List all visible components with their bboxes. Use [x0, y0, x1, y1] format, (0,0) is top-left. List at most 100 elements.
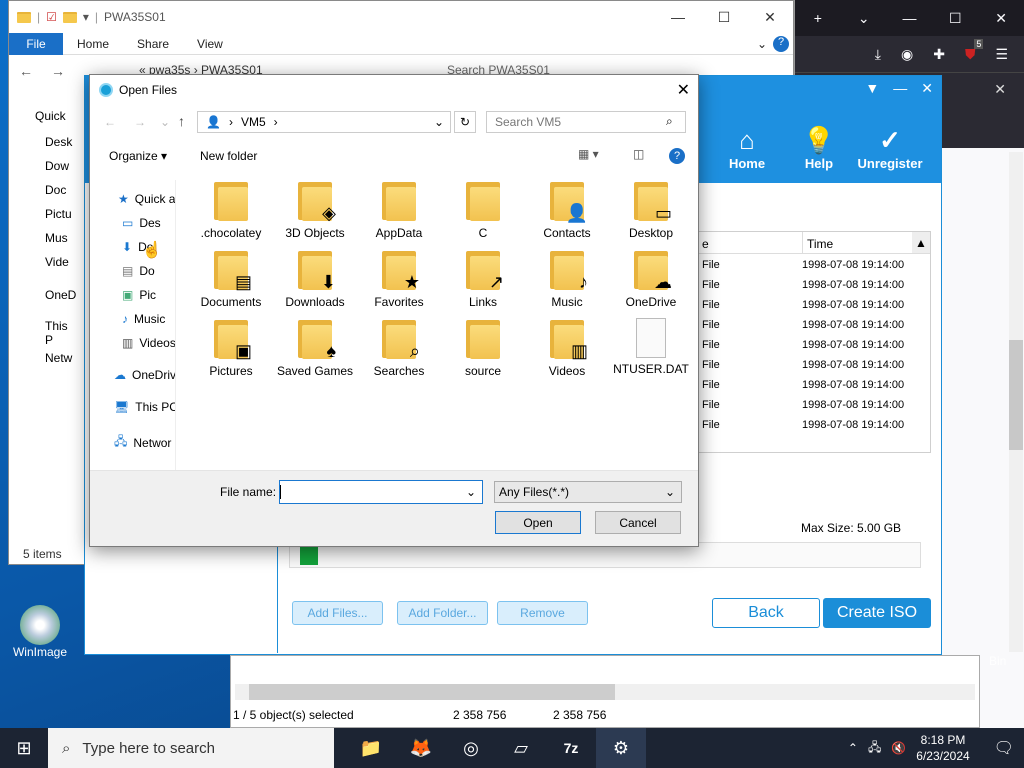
- help-nav-button[interactable]: 💡 Help: [784, 124, 854, 171]
- close-icon[interactable]: ✕: [978, 10, 1024, 27]
- list-item[interactable]: C: [441, 180, 525, 240]
- col-time[interactable]: Time: [802, 232, 912, 253]
- list-item[interactable]: ☁ OneDrive: [609, 249, 693, 309]
- list-item[interactable]: source: [441, 318, 525, 378]
- list-item[interactable]: ⬇ Downloads: [273, 249, 357, 309]
- ribbon-tab-share[interactable]: Share: [123, 37, 183, 51]
- filename-input[interactable]: ⌄: [279, 480, 483, 504]
- close-icon[interactable]: ✕: [921, 80, 933, 97]
- table-row[interactable]: File 1998-07-08 19:14:00: [698, 315, 930, 335]
- minimize-icon[interactable]: —: [893, 80, 907, 97]
- chevron-down-icon[interactable]: ⌄: [841, 10, 887, 27]
- network-icon[interactable]: 🖧: [868, 738, 881, 759]
- table-row[interactable]: File 1998-07-08 19:14:00: [698, 335, 930, 355]
- chevron-down-icon[interactable]: ⌄: [434, 115, 444, 129]
- create-iso-button[interactable]: Create ISO: [823, 598, 931, 628]
- sidebar-item-quick-access[interactable]: ★ Quick a: [118, 192, 175, 206]
- back-arrow-icon[interactable]: ←: [19, 63, 33, 79]
- chrome-icon[interactable]: ◎: [446, 728, 496, 768]
- add-folder-button[interactable]: Add Folder...: [397, 601, 488, 625]
- list-item[interactable]: ★ Favorites: [357, 249, 441, 309]
- list-item[interactable]: ▭ Desktop: [609, 180, 693, 240]
- chevron-up-icon[interactable]: ⌃: [848, 741, 858, 755]
- chevron-down-icon[interactable]: ⌄: [743, 37, 773, 51]
- nav-documents[interactable]: Doc: [45, 183, 66, 197]
- forward-arrow-icon[interactable]: →: [51, 63, 65, 79]
- windows-start-icon[interactable]: ⊞: [0, 728, 48, 768]
- close-icon[interactable]: ✕: [747, 1, 793, 33]
- list-item[interactable]: ▣ Pictures: [189, 318, 273, 378]
- list-item[interactable]: ♠ Saved Games: [273, 318, 357, 378]
- refresh-icon[interactable]: ↻: [454, 111, 476, 133]
- address-bar[interactable]: 👤 › VM5 › ⌄: [197, 111, 451, 133]
- unregister-nav-button[interactable]: ✓ Unregister: [855, 124, 925, 171]
- sidebar-item-documents[interactable]: ▤ Do: [122, 264, 155, 278]
- account-icon[interactable]: ◉: [901, 46, 913, 63]
- list-item[interactable]: ▤ Documents: [189, 249, 273, 309]
- sidebar-item-desktop[interactable]: ▭ Des: [122, 216, 161, 230]
- list-item[interactable]: NTUSER.DAT: [609, 318, 693, 376]
- sidebar-item-this-pc[interactable]: 🖥 This PC: [114, 400, 175, 414]
- nav-desktop[interactable]: Desk: [45, 135, 72, 149]
- extensions-icon[interactable]: ✚: [933, 46, 945, 63]
- scrollbar-thumb[interactable]: [249, 684, 615, 700]
- winimage-desktop-icon[interactable]: WinImage: [10, 605, 70, 659]
- list-item[interactable]: ▥ Videos: [525, 318, 609, 378]
- file-type-select[interactable]: Any Files(*.*) ⌄: [494, 481, 682, 503]
- organize-button[interactable]: Organize ▾: [109, 149, 167, 163]
- table-row[interactable]: File 1998-07-08 19:14:00: [698, 275, 930, 295]
- add-files-button[interactable]: Add Files...: [292, 601, 383, 625]
- nav-pictures[interactable]: Pictu: [45, 207, 72, 221]
- horizontal-scrollbar[interactable]: [235, 684, 975, 700]
- nav-this-pc[interactable]: This P: [45, 319, 68, 347]
- list-item[interactable]: ◈ 3D Objects: [273, 180, 357, 240]
- sidebar-item-onedrive[interactable]: ☁ OneDriv: [114, 368, 175, 382]
- notifications-icon[interactable]: 🗨: [994, 738, 1014, 758]
- list-item[interactable]: .chocolatey: [189, 180, 273, 240]
- 7zip-icon[interactable]: 7z: [546, 728, 596, 768]
- new-folder-button[interactable]: New folder: [200, 149, 257, 163]
- ribbon-tab-view[interactable]: View: [183, 37, 237, 51]
- ribbon-tab-file[interactable]: File: [9, 32, 63, 55]
- taskbar-search[interactable]: ⌕ Type here to search: [48, 728, 334, 768]
- volume-icon[interactable]: 🔇: [891, 741, 906, 755]
- back-button[interactable]: Back: [712, 598, 820, 628]
- iso-app-icon[interactable]: ⚙: [596, 728, 646, 768]
- nav-downloads[interactable]: Dow: [45, 159, 69, 173]
- notes-icon[interactable]: ▱: [496, 728, 546, 768]
- table-row[interactable]: File 1998-07-08 19:14:00: [698, 375, 930, 395]
- sidebar-item-videos[interactable]: ▥ Videos: [122, 336, 175, 350]
- clock[interactable]: 8:18 PM 6/23/2024: [916, 732, 969, 764]
- remove-button[interactable]: Remove: [497, 601, 588, 625]
- cancel-button[interactable]: Cancel: [595, 511, 681, 534]
- sidebar-item-network[interactable]: 🖧 Networ: [114, 432, 171, 453]
- list-item[interactable]: 👤 Contacts: [525, 180, 609, 240]
- minimize-icon[interactable]: —: [655, 1, 701, 33]
- help-icon[interactable]: ?: [669, 148, 685, 164]
- nav-network[interactable]: Netw: [45, 351, 72, 365]
- back-arrow-icon[interactable]: ←: [104, 115, 116, 129]
- scrollbar[interactable]: [1009, 152, 1023, 652]
- maximize-icon[interactable]: ☐: [932, 10, 978, 27]
- list-item[interactable]: AppData: [357, 180, 441, 240]
- forward-arrow-icon[interactable]: →: [134, 115, 146, 129]
- sidebar-item-music[interactable]: ♪ Music: [122, 312, 165, 326]
- file-explorer-icon[interactable]: 📁: [346, 728, 396, 768]
- new-tab-icon[interactable]: +: [795, 10, 841, 26]
- list-item[interactable]: ↗ Links: [441, 249, 525, 309]
- up-arrow-icon[interactable]: ↑: [178, 113, 185, 129]
- scroll-up-icon[interactable]: ▲: [912, 232, 930, 253]
- firefox-icon[interactable]: 🦊: [396, 728, 446, 768]
- nav-videos[interactable]: Vide: [45, 255, 69, 269]
- nav-music[interactable]: Mus: [45, 231, 68, 245]
- table-row[interactable]: File 1998-07-08 19:14:00: [698, 295, 930, 315]
- maximize-icon[interactable]: ☐: [701, 1, 747, 33]
- ublock-icon[interactable]: ⛊ 5: [965, 38, 984, 63]
- table-row[interactable]: File 1998-07-08 19:14:00: [698, 255, 930, 275]
- home-nav-button[interactable]: ⌂ Home: [712, 124, 782, 171]
- minimize-icon[interactable]: —: [887, 10, 933, 26]
- col-type[interactable]: e: [698, 232, 802, 253]
- close-icon[interactable]: ✕: [677, 80, 690, 100]
- menu-down-icon[interactable]: ▼: [865, 80, 879, 97]
- list-item[interactable]: ⌕ Searches: [357, 318, 441, 378]
